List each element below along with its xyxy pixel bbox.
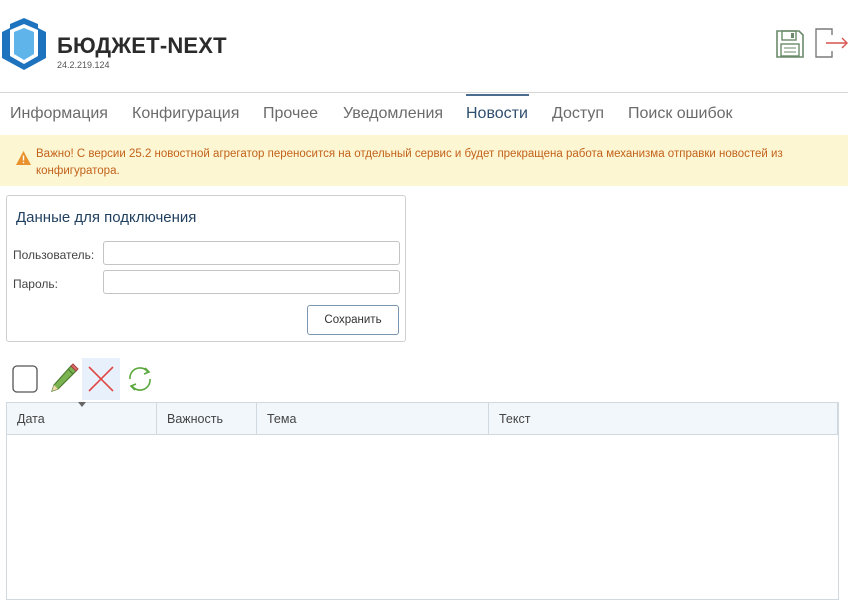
column-label-date: Дата bbox=[17, 412, 45, 426]
checkbox-icon bbox=[12, 365, 38, 393]
column-label-text: Текст bbox=[499, 412, 531, 426]
connection-title: Данные для подключения bbox=[16, 209, 197, 226]
column-label-subject: Тема bbox=[267, 412, 297, 426]
exit-icon[interactable] bbox=[814, 27, 848, 59]
grid-header: Дата Важность Тема Текст bbox=[7, 402, 838, 435]
password-input[interactable] bbox=[103, 270, 400, 294]
active-tab-indicator bbox=[466, 94, 529, 96]
user-input[interactable] bbox=[103, 241, 400, 265]
column-header-date[interactable]: Дата bbox=[7, 402, 157, 435]
edit-pencil-icon bbox=[51, 363, 79, 392]
column-header-text[interactable]: Текст bbox=[489, 403, 838, 435]
app-title: БЮДЖЕТ-NEXT bbox=[57, 33, 227, 58]
edit-button[interactable] bbox=[44, 358, 82, 400]
app-header: БЮДЖЕТ-NEXT 24.2.219.124 bbox=[0, 0, 848, 93]
column-header-importance[interactable]: Важность bbox=[157, 403, 257, 435]
user-label: Пользователь: bbox=[13, 248, 95, 262]
password-label: Пароль: bbox=[13, 277, 58, 291]
save-icon[interactable] bbox=[775, 29, 805, 59]
refresh-icon bbox=[129, 367, 151, 391]
tab-access[interactable]: Доступ bbox=[552, 105, 604, 123]
delete-cross-icon bbox=[88, 366, 114, 392]
delete-button[interactable] bbox=[82, 358, 120, 400]
logo-icon bbox=[2, 18, 46, 70]
column-label-importance: Важность bbox=[167, 412, 223, 426]
select-all-button[interactable] bbox=[6, 358, 44, 400]
tab-information[interactable]: Информация bbox=[10, 105, 108, 123]
column-header-subject[interactable]: Тема bbox=[257, 403, 489, 435]
tab-error-search[interactable]: Поиск ошибок bbox=[628, 105, 733, 123]
app-version: 24.2.219.124 bbox=[57, 60, 110, 70]
warning-banner: Важно! С версии 25.2 новостной агрегатор… bbox=[0, 135, 848, 186]
sort-desc-icon bbox=[78, 402, 86, 407]
save-connection-button[interactable]: Сохранить bbox=[307, 305, 399, 335]
main-tabs: Информация Конфигурация Прочее Уведомлен… bbox=[0, 94, 848, 134]
tab-news[interactable]: Новости bbox=[466, 105, 528, 123]
warning-icon bbox=[16, 151, 31, 165]
tab-notifications[interactable]: Уведомления bbox=[343, 105, 443, 123]
tab-configuration[interactable]: Конфигурация bbox=[132, 105, 239, 123]
news-grid: Дата Важность Тема Текст bbox=[6, 402, 839, 600]
refresh-button[interactable] bbox=[121, 358, 159, 400]
warning-text: Важно! С версии 25.2 новостной агрегатор… bbox=[36, 148, 783, 177]
tab-other[interactable]: Прочее bbox=[263, 105, 318, 123]
connection-panel: Данные для подключения Пользователь: Пар… bbox=[6, 195, 406, 342]
